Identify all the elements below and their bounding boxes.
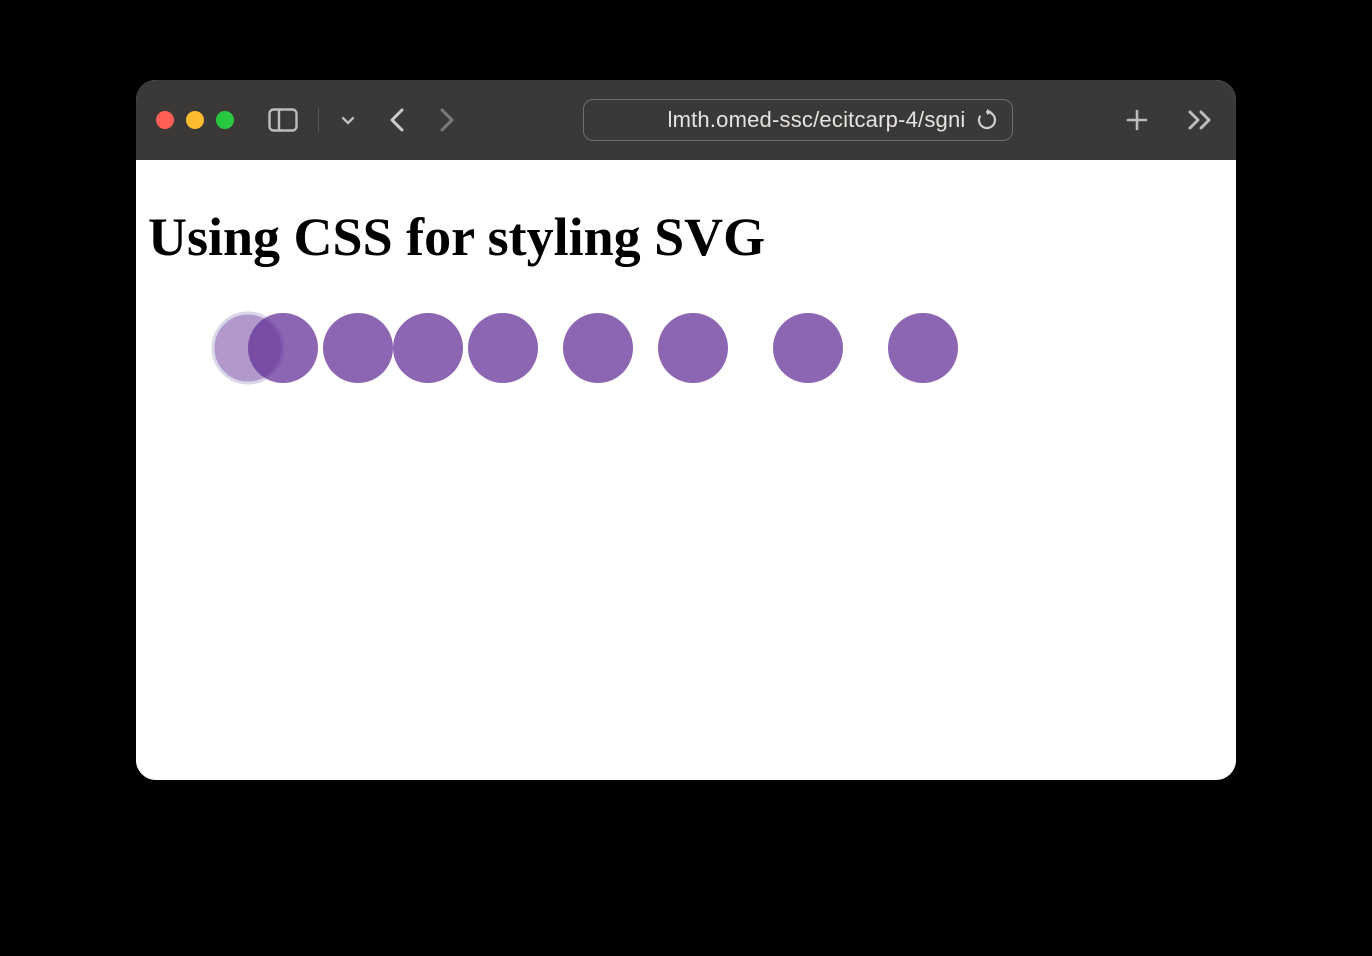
reload-icon: [976, 109, 998, 131]
demo-circle: [658, 313, 728, 383]
chevron-left-icon: [388, 106, 408, 134]
address-bar[interactable]: ings/4-practice/css-demo.html: [583, 99, 1013, 141]
svg-circles: [208, 308, 1108, 428]
svg-demo: [208, 308, 1224, 433]
double-chevron-right-icon: [1187, 108, 1215, 132]
window-minimize-button[interactable]: [186, 111, 204, 129]
chevron-right-icon: [436, 106, 456, 134]
overflow-button[interactable]: [1186, 105, 1216, 135]
demo-circle: [773, 313, 843, 383]
address-text: ings/4-practice/css-demo.html: [602, 107, 966, 133]
demo-circle: [888, 313, 958, 383]
nav-arrows: [383, 105, 461, 135]
forward-button[interactable]: [431, 105, 461, 135]
page-title: Using CSS for styling SVG: [148, 206, 1224, 268]
demo-circle: [248, 313, 318, 383]
sidebar-toggle-button[interactable]: [262, 104, 304, 136]
sidebar-icon: [268, 108, 298, 132]
back-button[interactable]: [383, 105, 413, 135]
browser-toolbar: ings/4-practice/css-demo.html: [136, 80, 1236, 160]
chevron-down-icon: [340, 112, 356, 128]
plus-icon: [1125, 108, 1149, 132]
window-zoom-button[interactable]: [216, 111, 234, 129]
page-content: Using CSS for styling SVG: [136, 160, 1236, 780]
reload-button[interactable]: [976, 109, 998, 131]
demo-circle: [323, 313, 393, 383]
toolbar-divider: [318, 108, 319, 132]
demo-circle: [563, 313, 633, 383]
browser-window: ings/4-practice/css-demo.html: [136, 80, 1236, 780]
window-close-button[interactable]: [156, 111, 174, 129]
window-traffic-lights: [156, 111, 234, 129]
new-tab-button[interactable]: [1122, 105, 1152, 135]
demo-circle: [468, 313, 538, 383]
toolbar-menu-chevron[interactable]: [333, 105, 363, 135]
demo-circle: [393, 313, 463, 383]
